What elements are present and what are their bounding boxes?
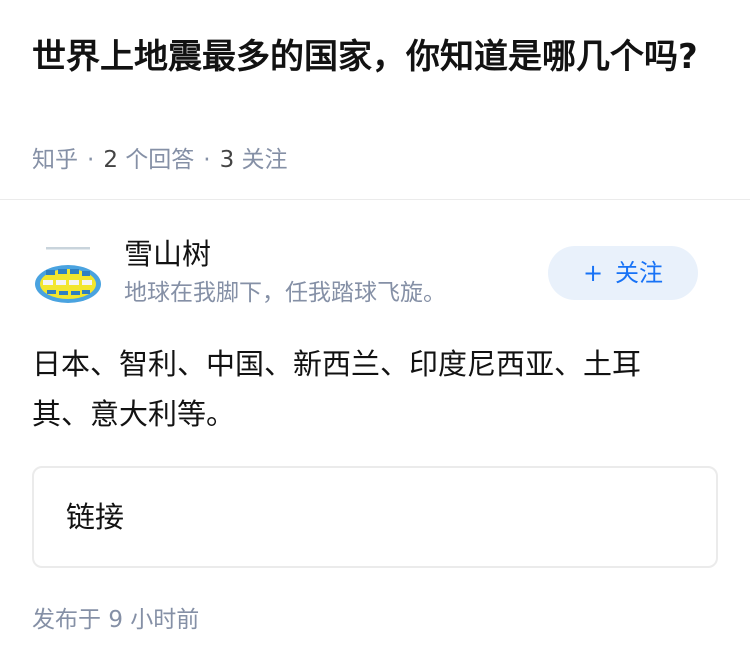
source-label[interactable]: 知乎: [32, 147, 78, 173]
follow-button[interactable]: + 关注: [548, 246, 698, 300]
link-card-label: 链接: [66, 500, 125, 534]
answer-content: 日本、智利、中国、新西兰、印度尼西亚、土耳其、意大利等。: [32, 347, 642, 431]
answer-count: 2: [103, 147, 118, 173]
plus-icon: +: [582, 259, 604, 287]
answer-count-label: 个回答: [125, 147, 195, 173]
publish-time: 发布于 9 小时前: [32, 603, 199, 637]
meta-separator: ·: [87, 147, 95, 173]
question-title[interactable]: 世界上地震最多的国家，你知道是哪几个吗?: [32, 32, 702, 82]
meta-separator: ·: [203, 147, 211, 173]
publish-time-prefix: 发布于: [32, 607, 101, 633]
publish-time-unit: 小时前: [130, 607, 200, 633]
publish-time-value: 9: [108, 607, 123, 633]
link-card[interactable]: 链接: [32, 466, 718, 568]
answer-card: 雪山树 地球在我脚下，任我踏球飞旋。 + 关注 日本、智利、中国、新西兰、印度尼西…: [0, 200, 750, 672]
author-bio: 地球在我脚下，任我踏球飞旋。: [124, 280, 446, 306]
question-header: 世界上地震最多的国家，你知道是哪几个吗? 知乎 · 2 个回答 · 3 关注: [0, 0, 750, 200]
follow-count: 3: [219, 147, 235, 173]
globe-logo-icon: [32, 240, 104, 312]
follow-count-label: 关注: [241, 147, 288, 173]
avatar[interactable]: [32, 240, 104, 312]
question-meta: 知乎 · 2 个回答 · 3 关注: [32, 142, 288, 178]
follow-button-label: 关注: [615, 259, 664, 287]
author-name[interactable]: 雪山树: [124, 235, 211, 273]
